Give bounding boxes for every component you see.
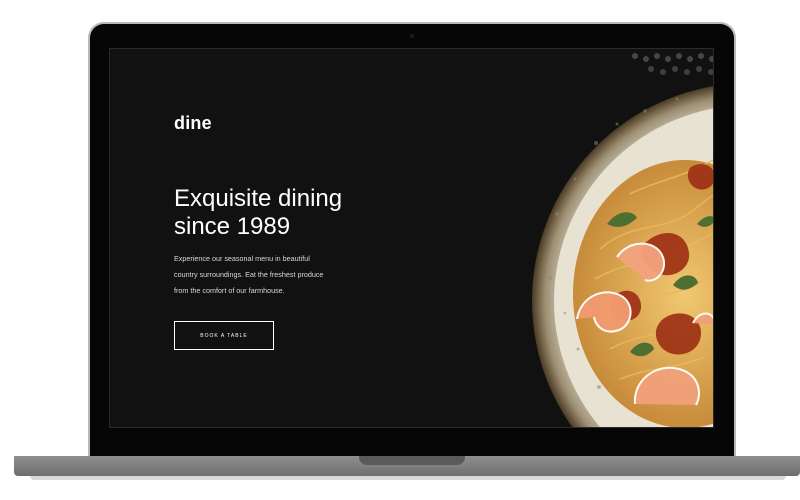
hero-intro-line-3: from the comfort of our farmhouse. xyxy=(174,286,285,295)
hero-headline: Exquisite dining since 1989 xyxy=(174,185,404,241)
webcam-icon xyxy=(410,34,414,38)
pasta-dish-photo-icon xyxy=(532,53,713,427)
hero-intro: Experience our seasonal menu in beautifu… xyxy=(174,251,364,299)
hero-intro-line-1: Experience our seasonal menu in beautifu… xyxy=(174,254,310,263)
site-logo[interactable]: dine xyxy=(174,113,212,134)
laptop-base-shadow xyxy=(30,476,786,480)
book-table-button[interactable]: BOOK A TABLE xyxy=(174,321,274,350)
laptop-screen: dine Exquisite dining since 1989 Experie… xyxy=(109,48,714,428)
hero-intro-line-2: country surroundings. Eat the freshest p… xyxy=(174,270,324,279)
laptop-opening-notch xyxy=(359,456,465,465)
hero-headline-line-1: Exquisite dining xyxy=(174,185,343,212)
hero-headline-line-2: since 1989 xyxy=(174,213,291,240)
